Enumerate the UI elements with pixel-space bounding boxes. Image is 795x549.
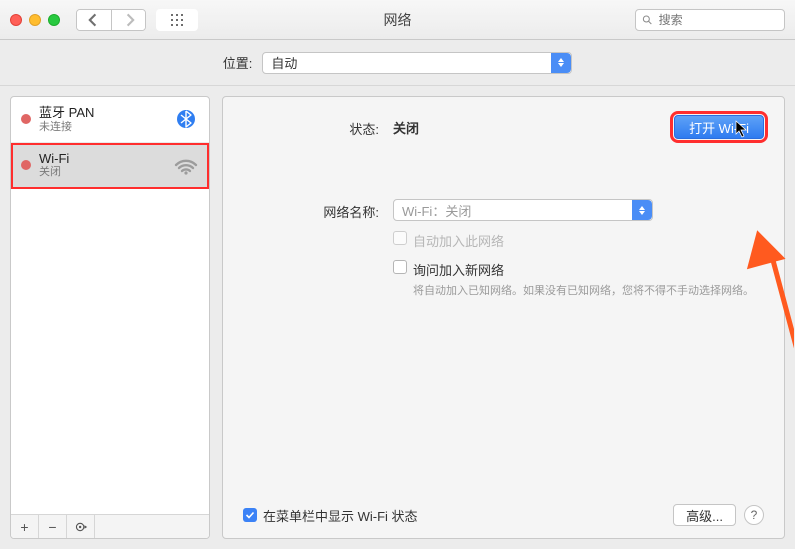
search-input[interactable] xyxy=(657,12,778,28)
window-controls xyxy=(10,14,60,26)
location-label: 位置: xyxy=(223,53,253,72)
content-footer: 在菜单栏中显示 Wi-Fi 状态 高级... ? xyxy=(243,494,764,526)
show-in-menubar-checkbox[interactable] xyxy=(243,508,257,522)
nav-back-forward xyxy=(76,9,146,31)
minimize-window-button[interactable] xyxy=(29,14,41,26)
back-button[interactable] xyxy=(77,10,111,30)
auto-join-label: 自动加入此网络 xyxy=(413,231,504,250)
add-network-button[interactable]: + xyxy=(11,515,39,538)
status-label: 状态: xyxy=(243,116,393,138)
chevron-updown-icon xyxy=(632,200,652,220)
network-item-wifi[interactable]: Wi-Fi 关闭 xyxy=(11,143,209,189)
auto-join-checkbox[interactable] xyxy=(393,231,407,245)
location-value: 自动 xyxy=(271,53,297,72)
ask-join-help-text: 将自动加入已知网络。如果没有已知网络，您将不得不手动选择网络。 xyxy=(413,283,754,300)
network-item-status: 未连接 xyxy=(39,121,165,134)
network-item-status: 关闭 xyxy=(39,166,165,179)
network-item-name: Wi-Fi xyxy=(39,151,165,167)
turn-on-wifi-label: 打开 Wi-Fi xyxy=(689,121,749,136)
forward-button[interactable] xyxy=(111,10,145,30)
auto-join-checkbox-row: 自动加入此网络 xyxy=(393,231,764,250)
network-name-value: Wi-Fi：关闭 xyxy=(402,201,471,220)
wifi-icon xyxy=(173,154,199,176)
status-dot-icon xyxy=(21,160,31,170)
network-actions-button[interactable] xyxy=(67,515,95,538)
advanced-button[interactable]: 高级... xyxy=(673,504,736,526)
remove-network-button[interactable]: − xyxy=(39,515,67,538)
titlebar: 网络 xyxy=(0,0,795,40)
show-all-button[interactable] xyxy=(156,9,198,31)
bluetooth-icon xyxy=(173,108,199,130)
search-icon xyxy=(642,14,653,26)
show-in-menubar-label: 在菜单栏中显示 Wi-Fi 状态 xyxy=(263,506,418,525)
location-row: 位置: 自动 xyxy=(0,40,795,86)
grid-icon xyxy=(170,13,184,27)
network-name-label: 网络名称: xyxy=(243,199,393,221)
network-name-select[interactable]: Wi-Fi：关闭 xyxy=(393,199,653,221)
sidebar-footer: + − xyxy=(11,514,209,538)
content-panel: 状态: 关闭 打开 Wi-Fi 网络名称: Wi-Fi：关闭 xyxy=(222,96,785,539)
help-button[interactable]: ? xyxy=(744,505,764,525)
turn-on-wifi-button[interactable]: 打开 Wi-Fi xyxy=(674,115,764,139)
network-sidebar: 蓝牙 PAN 未连接 Wi-Fi 关闭 xyxy=(10,96,210,539)
status-value: 关闭 xyxy=(393,118,419,137)
network-list: 蓝牙 PAN 未连接 Wi-Fi 关闭 xyxy=(11,97,209,514)
show-in-menubar-row: 在菜单栏中显示 Wi-Fi 状态 xyxy=(243,506,418,525)
network-item-bluetooth-pan[interactable]: 蓝牙 PAN 未连接 xyxy=(11,97,209,143)
ask-join-checkbox[interactable] xyxy=(393,260,407,274)
main: 蓝牙 PAN 未连接 Wi-Fi 关闭 xyxy=(0,86,795,549)
location-select[interactable]: 自动 xyxy=(262,52,572,74)
search-field[interactable] xyxy=(635,9,785,31)
maximize-window-button[interactable] xyxy=(48,14,60,26)
checkmark-icon xyxy=(245,510,255,520)
status-dot-icon xyxy=(21,114,31,124)
chevron-updown-icon xyxy=(551,53,571,73)
network-item-name: 蓝牙 PAN xyxy=(39,105,165,121)
ask-join-label: 询问加入新网络 xyxy=(413,260,754,279)
gear-icon xyxy=(74,520,88,534)
ask-join-checkbox-row: 询问加入新网络 将自动加入已知网络。如果没有已知网络，您将不得不手动选择网络。 xyxy=(393,260,764,300)
close-window-button[interactable] xyxy=(10,14,22,26)
